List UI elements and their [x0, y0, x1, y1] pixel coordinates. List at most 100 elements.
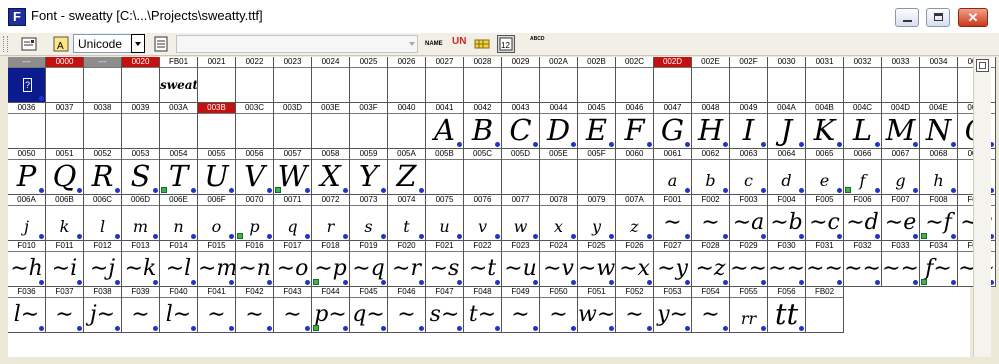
- glyph-cell[interactable]: 0029: [502, 57, 540, 103]
- name-icon[interactable]: NAME: [425, 38, 443, 50]
- glyph-cell[interactable]: 006F o: [198, 195, 236, 241]
- encoding-dropdown-button[interactable]: [131, 34, 145, 53]
- glyph-cell[interactable]: FB01 sweatty: [160, 57, 198, 103]
- glyph-cell[interactable]: 0040: [388, 103, 426, 149]
- glyph-cell[interactable]: 0066 f: [844, 149, 882, 195]
- grid-view-button[interactable]: [473, 35, 491, 53]
- glyph-cell[interactable]: 0062 b: [692, 149, 730, 195]
- glyph-cell[interactable]: 004D M: [882, 103, 920, 149]
- glyph-cell[interactable]: F051 w∼: [578, 287, 616, 333]
- glyph-cell[interactable]: F056 tt: [768, 287, 806, 333]
- glyph-cell[interactable]: F012 ∼j: [84, 241, 122, 287]
- glyph-cell[interactable]: 003D: [274, 103, 312, 149]
- glyph-cell[interactable]: F055 rr: [730, 287, 768, 333]
- glyph-cell[interactable]: F029 ∼∼: [730, 241, 768, 287]
- glyph-cell[interactable]: 0048 H: [692, 103, 730, 149]
- glyph-cell[interactable]: 0052 R: [84, 149, 122, 195]
- glyph-cell[interactable]: 003B: [198, 103, 236, 149]
- glyph-cell[interactable]: F006 ∼d: [844, 195, 882, 241]
- glyph-cell[interactable]: 004A J: [768, 103, 806, 149]
- glyph-cell[interactable]: 0073 s: [350, 195, 388, 241]
- glyph-cell[interactable]: F028 ∼z: [692, 241, 730, 287]
- glyph-name-combo[interactable]: [176, 35, 418, 53]
- glyph-cell[interactable]: F013 ∼k: [122, 241, 160, 287]
- glyph-cell[interactable]: F011 ∼i: [46, 241, 84, 287]
- glyph-cell[interactable]: 0058 X: [312, 149, 350, 195]
- glyph-cell[interactable]: 0055 U: [198, 149, 236, 195]
- glyph-cell[interactable]: 0061 a: [654, 149, 692, 195]
- glyph-cell[interactable]: 003C: [236, 103, 274, 149]
- glyph-cell[interactable]: 0054 T: [160, 149, 198, 195]
- glyph-cell[interactable]: F017 ∼o: [274, 241, 312, 287]
- glyph-cell[interactable]: 002C: [616, 57, 654, 103]
- glyph-cell[interactable]: 0021: [198, 57, 236, 103]
- glyph-cell[interactable]: 0026: [388, 57, 426, 103]
- glyph-cell[interactable]: F027 ∼y: [654, 241, 692, 287]
- glyph-cell[interactable]: F018 ∼p: [312, 241, 350, 287]
- glyph-cell[interactable]: F039 ∼: [122, 287, 160, 333]
- glyph-cell[interactable]: F015 ∼m: [198, 241, 236, 287]
- glyph-cell[interactable]: 0041 A: [426, 103, 464, 149]
- glyph-cell[interactable]: 0033: [882, 57, 920, 103]
- glyph-cell[interactable]: 0079 y: [578, 195, 616, 241]
- glyph-cell[interactable]: 005C: [464, 149, 502, 195]
- glyph-cell[interactable]: F016 ∼n: [236, 241, 274, 287]
- glyph-cell[interactable]: F052 ∼: [616, 287, 654, 333]
- glyph-cell[interactable]: 006A j: [8, 195, 46, 241]
- glyph-cell[interactable]: F002 ∼: [692, 195, 730, 241]
- glyph-cell[interactable]: 0044 D: [540, 103, 578, 149]
- toolbar-grip[interactable]: [3, 36, 8, 52]
- font-properties-button[interactable]: [20, 35, 38, 53]
- glyph-cell[interactable]: 0027: [426, 57, 464, 103]
- glyph-cell[interactable]: 002D: [654, 57, 692, 103]
- glyph-cell[interactable]: F010 ∼h: [8, 241, 46, 287]
- glyph-cell[interactable]: F038 j∼: [84, 287, 122, 333]
- glyph-cell[interactable]: ---: [84, 57, 122, 103]
- unicode-icon[interactable]: UN: [452, 36, 466, 48]
- glyph-cell[interactable]: F048 t∼: [464, 287, 502, 333]
- glyph-cell[interactable]: F044 p∼: [312, 287, 350, 333]
- glyph-cell[interactable]: 006C l: [84, 195, 122, 241]
- glyph-combo-dropdown[interactable]: [406, 35, 418, 53]
- glyph-cell[interactable]: F040 l∼: [160, 287, 198, 333]
- glyph-cell[interactable]: FB02: [806, 287, 844, 333]
- glyph-cell[interactable]: 004C L: [844, 103, 882, 149]
- glyph-cell[interactable]: 007A z: [616, 195, 654, 241]
- glyph-cell[interactable]: 002F: [730, 57, 768, 103]
- glyph-cell[interactable]: 005A Z: [388, 149, 426, 195]
- glyph-cell[interactable]: 002B: [578, 57, 616, 103]
- glyph-cell[interactable]: 005B: [426, 149, 464, 195]
- glyph-cell[interactable]: 0034: [920, 57, 958, 103]
- glyph-cell[interactable]: 0053 S: [122, 149, 160, 195]
- glyph-cell[interactable]: 0031: [806, 57, 844, 103]
- glyph-cell[interactable]: F001 ∼: [654, 195, 692, 241]
- glyph-cell[interactable]: 0057 W: [274, 149, 312, 195]
- glyph-cell[interactable]: F003 ∼a: [730, 195, 768, 241]
- glyph-cell[interactable]: 0076 v: [464, 195, 502, 241]
- glyph-cell[interactable]: F019 ∼q: [350, 241, 388, 287]
- glyph-cell[interactable]: 0078 x: [540, 195, 578, 241]
- glyph-cell[interactable]: F024 ∼v: [540, 241, 578, 287]
- glyph-cell[interactable]: F047 s∼: [426, 287, 464, 333]
- glyph-cell[interactable]: F023 ∼u: [502, 241, 540, 287]
- glyph-cell[interactable]: 0038: [84, 103, 122, 149]
- glyph-cell[interactable]: F050 ∼: [540, 287, 578, 333]
- glyph-cell[interactable]: F037 ∼: [46, 287, 84, 333]
- glyph-cell[interactable]: 0063 c: [730, 149, 768, 195]
- glyph-cell[interactable]: 0045 E: [578, 103, 616, 149]
- glyph-cell[interactable]: 005E: [540, 149, 578, 195]
- glyph-cell[interactable]: 0024: [312, 57, 350, 103]
- glyph-cell[interactable]: F054 ∼: [692, 287, 730, 333]
- encoding-icon-button[interactable]: A: [52, 35, 70, 53]
- glyph-cell[interactable]: F049 ∼: [502, 287, 540, 333]
- code-page-button[interactable]: [152, 35, 170, 53]
- glyph-cell[interactable]: 0049 I: [730, 103, 768, 149]
- sample-text-button[interactable]: ABCD: [530, 35, 548, 53]
- glyph-cell[interactable]: 0047 G: [654, 103, 692, 149]
- glyph-cell[interactable]: 0022: [236, 57, 274, 103]
- glyph-cell[interactable]: 0077 w: [502, 195, 540, 241]
- glyph-cell[interactable]: 0056 V: [236, 149, 274, 195]
- glyph-cell[interactable]: 0042 B: [464, 103, 502, 149]
- glyph-cell[interactable]: 0030: [768, 57, 806, 103]
- glyph-cell[interactable]: F031 ∼∼: [806, 241, 844, 287]
